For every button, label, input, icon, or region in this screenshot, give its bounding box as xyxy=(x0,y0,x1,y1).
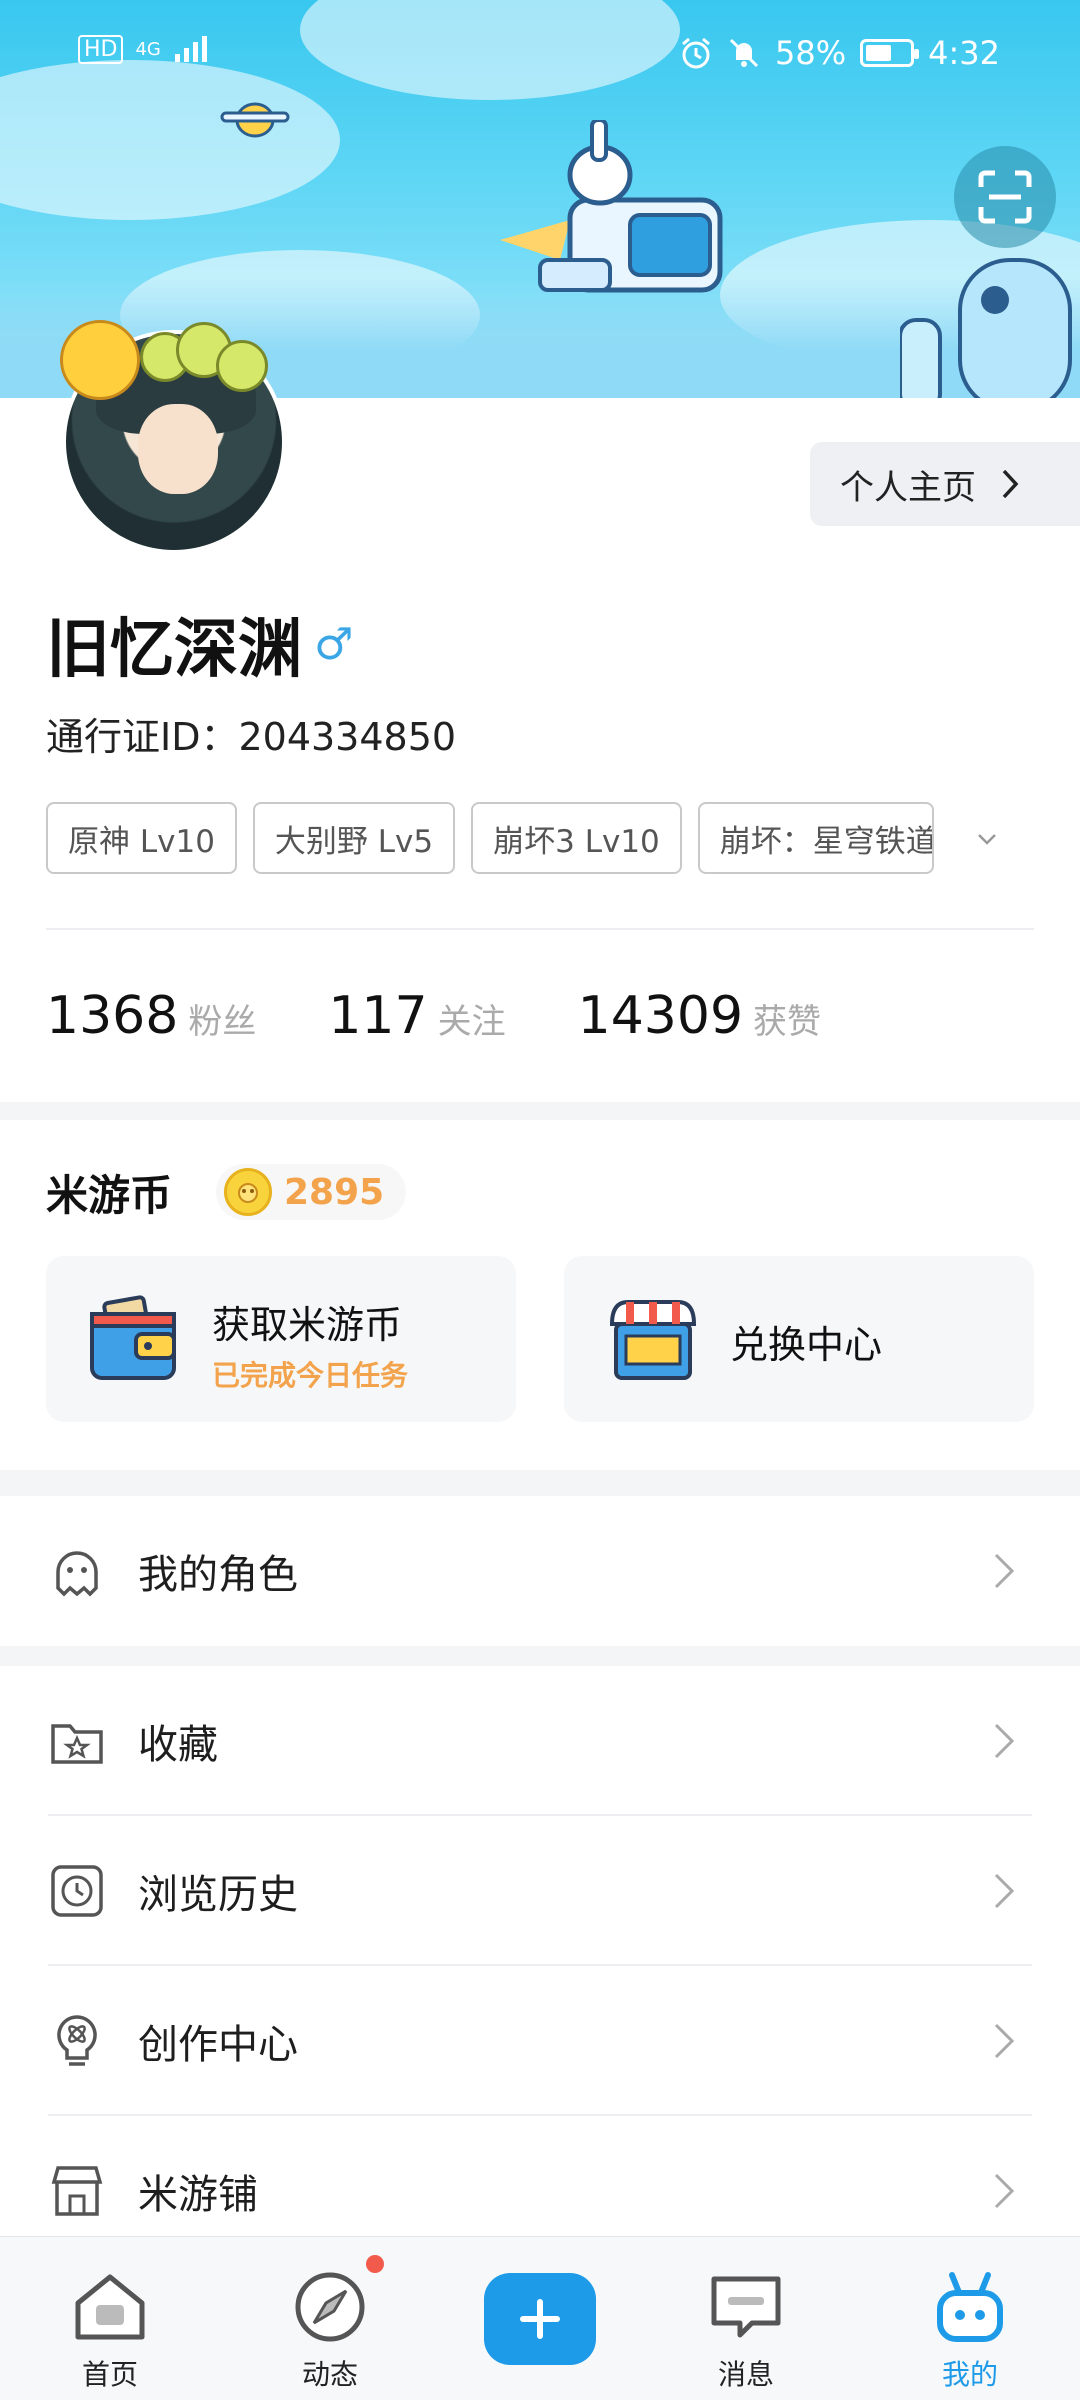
avatar-decoration-icon xyxy=(60,320,140,400)
followers-count: 1368 xyxy=(46,986,179,1046)
mute-bell-icon xyxy=(729,38,759,68)
nav-mine[interactable]: 我的 xyxy=(890,2237,1050,2400)
battery-percent: 58% xyxy=(775,34,847,72)
nav-home-label: 首页 xyxy=(81,2358,138,2391)
signal-icon xyxy=(174,36,207,62)
robot-illustration xyxy=(900,258,1072,398)
bunny-profile-icon xyxy=(937,2272,1003,2342)
hd-indicator: HD xyxy=(78,34,124,64)
personal-homepage-button[interactable]: 个人主页 xyxy=(810,442,1080,526)
menu-item-creator-center[interactable]: 创作中心 xyxy=(0,1966,1080,2116)
menu-label-shop: 米游铺 xyxy=(138,2172,258,2218)
followers-label: 粉丝 xyxy=(188,1002,257,1042)
coins-title: 米游币 xyxy=(46,1171,173,1220)
wallet-icon xyxy=(90,1295,176,1380)
clock: 4:32 xyxy=(928,34,1000,72)
game-tag-dabieye[interactable]: 大别野 Lv5 xyxy=(252,802,456,874)
nav-feed-label: 动态 xyxy=(301,2358,358,2391)
nav-feed[interactable]: 动态 xyxy=(250,2237,410,2400)
lightbulb-icon xyxy=(57,2015,97,2066)
plus-icon xyxy=(520,2299,560,2339)
male-gender-icon: ♂ xyxy=(314,618,354,670)
likes-label: 获赞 xyxy=(753,1002,822,1042)
following-count: 117 xyxy=(328,986,428,1046)
menu-item-history[interactable]: 浏览历史 xyxy=(0,1816,1080,1966)
game-tag-star-rail[interactable]: 崩坏：星穹铁道 xyxy=(697,802,934,874)
username-text: 旧忆深渊 xyxy=(46,613,302,687)
exchange-center-title: 兑换中心 xyxy=(730,1323,883,1367)
chevron-right-icon xyxy=(994,1873,1015,1909)
username: 旧忆深渊 ♂ xyxy=(46,598,353,690)
clock-icon xyxy=(51,1865,103,1917)
exchange-center-card[interactable]: 兑换中心 xyxy=(564,1256,1034,1422)
game-tag-genshin[interactable]: 原神 Lv10 xyxy=(46,802,237,874)
message-icon xyxy=(711,2276,781,2338)
create-post-button[interactable] xyxy=(484,2273,596,2365)
divider xyxy=(46,928,1034,930)
shop-stall-icon xyxy=(609,1300,697,1380)
chevron-right-icon xyxy=(1002,469,1019,499)
star-folder-icon xyxy=(51,1724,103,1764)
menu-label-creator-center: 创作中心 xyxy=(138,2022,298,2068)
banner-illustration xyxy=(500,120,723,293)
coin-balance: 2895 xyxy=(216,1164,407,1220)
game-tag-honkai3[interactable]: 崩坏3 Lv10 xyxy=(471,802,682,874)
menu-item-my-characters[interactable]: 我的角色 xyxy=(0,1496,1080,1646)
character-icon xyxy=(56,1551,98,1597)
coin-section: 米游币 2895 获取米游币 已完成今日任务 兑换中心 xyxy=(0,1120,1080,1470)
likes-count: 14309 xyxy=(577,986,744,1046)
nav-mine-label: 我的 xyxy=(941,2358,998,2391)
personal-homepage-label: 个人主页 xyxy=(840,467,976,508)
notification-dot xyxy=(366,2255,384,2273)
battery-icon xyxy=(860,39,920,67)
following-stat[interactable]: 117 关注 xyxy=(328,986,505,1046)
game-level-tags: 原神 Lv10 大别野 Lv5 崩坏3 Lv10 崩坏：星穹铁道 xyxy=(46,802,934,874)
coin-icon xyxy=(224,1168,272,1216)
compass-icon xyxy=(295,2272,365,2342)
nav-home[interactable]: 首页 xyxy=(30,2237,190,2400)
chevron-right-icon xyxy=(994,2023,1015,2059)
chevron-right-icon xyxy=(994,1553,1015,1589)
network-type: 4G xyxy=(135,38,161,60)
menu-group-main: 收藏 浏览历史 创作中心 米游铺 xyxy=(0,1666,1080,2266)
bottom-navigation: 首页 动态 消息 我的 xyxy=(0,2236,1080,2400)
nav-messages[interactable]: 消息 xyxy=(666,2237,826,2400)
menu-label-favorites: 收藏 xyxy=(138,1722,218,1768)
store-icon xyxy=(51,2166,103,2216)
status-bar: HD 4G 58% 4:32 xyxy=(0,0,1080,110)
following-label: 关注 xyxy=(437,1002,506,1042)
followers-stat[interactable]: 1368 粉丝 xyxy=(46,986,256,1046)
menu-label-my-characters: 我的角色 xyxy=(138,1552,298,1598)
likes-stat[interactable]: 14309 获赞 xyxy=(578,986,821,1046)
scan-button[interactable] xyxy=(954,146,1056,248)
earn-coins-title: 获取米游币 xyxy=(212,1303,403,1347)
nav-messages-label: 消息 xyxy=(717,2358,774,2391)
menu-item-favorites[interactable]: 收藏 xyxy=(0,1666,1080,1816)
coin-balance-value: 2895 xyxy=(284,1171,385,1213)
menu-label-history: 浏览历史 xyxy=(138,1872,298,1918)
scan-icon xyxy=(978,170,1032,224)
avatar-decoration-icon xyxy=(216,340,268,392)
earn-coins-status: 已完成今日任务 xyxy=(212,1359,409,1392)
earn-coins-card[interactable]: 获取米游币 已完成今日任务 xyxy=(46,1256,516,1422)
chevron-right-icon xyxy=(994,2173,1015,2209)
menu-group-characters: 我的角色 xyxy=(0,1496,1080,1646)
passport-id: 通行证ID：204334850 xyxy=(46,715,457,759)
alarm-icon xyxy=(682,37,710,69)
chevron-right-icon xyxy=(994,1723,1015,1759)
profile-stats: 1368 粉丝 117 关注 14309 获赞 xyxy=(46,986,893,1046)
home-icon xyxy=(75,2274,145,2340)
expand-tags-icon[interactable] xyxy=(972,824,1002,854)
